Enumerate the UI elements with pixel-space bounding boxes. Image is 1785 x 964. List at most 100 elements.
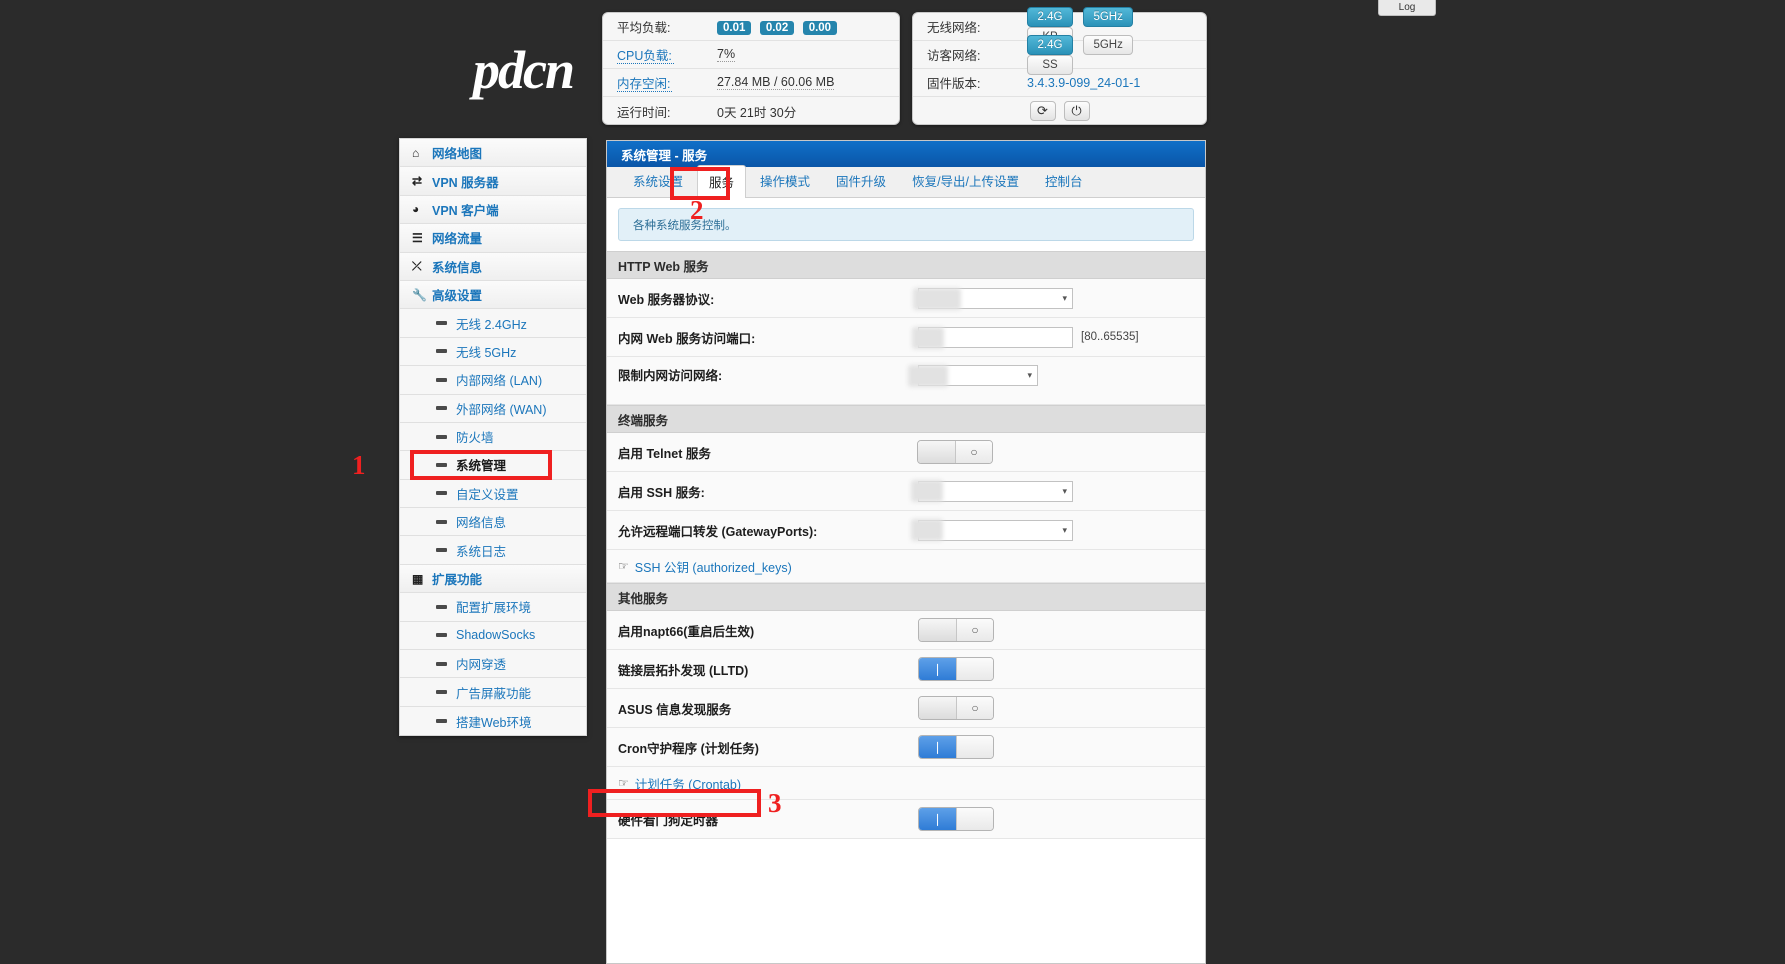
loadavg-badge-3: 0.00 (802, 20, 838, 35)
dash-icon (436, 406, 447, 411)
sidebar-item-custom-settings[interactable]: 自定义设置 (400, 479, 586, 509)
asus-discovery-label: ASUS 信息发现服务 (618, 702, 732, 717)
crontab-link[interactable]: ☞ 计划任务 (Crontab) (607, 767, 1205, 800)
enable-napt66-label: 启用napt66(重启后生效) (618, 624, 755, 639)
asus-discovery-toggle[interactable]: ○ (918, 696, 994, 720)
sidebar-item-firewall[interactable]: 防火墙 (400, 422, 586, 452)
sidebar-item-system-management[interactable]: 系统管理 (400, 451, 586, 480)
ssh-public-key-link[interactable]: ☞ SSH 公钥 (authorized_keys) (607, 550, 1205, 583)
sidebar-item-network-info[interactable]: 网络信息 (400, 508, 586, 537)
toggle-right-half (956, 808, 993, 830)
sidebar-item-configure-extension-env[interactable]: 配置扩展环境 (400, 593, 586, 622)
cron-daemon-label: Cron守护程序 (计划任务) (618, 741, 759, 756)
row-gateway-ports: 允许远程端口转发 (GatewayPorts): ▾ (607, 511, 1205, 550)
sidebar-item-wireless-24ghz[interactable]: 无线 2.4GHz (400, 309, 586, 338)
gateway-ports-select[interactable]: ▾ (918, 519, 1073, 541)
loadavg-label: 平均负载: (617, 21, 671, 35)
power-icon[interactable]: ⏻ (1063, 101, 1090, 121)
dash-icon (436, 462, 447, 467)
sidebar-item-label: 广告屏蔽功能 (456, 686, 532, 701)
toggle-right-half: ○ (955, 441, 992, 463)
web-server-protocol-select[interactable]: ▾ (918, 287, 1073, 309)
wireless-pill-24g[interactable]: 2.4G (1027, 6, 1073, 27)
sidebar-item-label: 无线 2.4GHz (456, 317, 527, 332)
restrict-lan-access-select[interactable]: ▾ (918, 365, 1038, 386)
web-server-protocol-label: Web 服务器协议: (618, 292, 715, 307)
lltd-toggle[interactable]: ❘ (918, 657, 994, 681)
main-panel: 系统管理 - 服务 系统设置 服务 操作模式 固件升级 恢复/导出/上传设置 控… (606, 140, 1206, 964)
loadavg-badge-1: 0.01 (717, 20, 752, 35)
cpu-load-label[interactable]: CPU负载: (617, 48, 674, 64)
guest-pill-ss[interactable]: SS (1027, 54, 1073, 75)
enable-ssh-control: ▾ (918, 480, 1073, 502)
sidebar-item-advanced-settings[interactable]: 🔧 高级设置 (400, 280, 586, 310)
guest-pills: 2.4G 5GHz SS (1027, 34, 1192, 75)
memory-free-label[interactable]: 内存空闲: (617, 76, 673, 92)
tab-bar: 系统设置 服务 操作模式 固件升级 恢复/导出/上传设置 控制台 (607, 164, 1205, 198)
hand-pointer-icon: ☞ (618, 776, 629, 790)
sidebar-item-intranet-penetration[interactable]: 内网穿透 (400, 650, 586, 679)
enable-ssh-label: 启用 SSH 服务: (618, 485, 705, 500)
guest-pill-24g[interactable]: 2.4G (1027, 34, 1073, 55)
toggle-left-half: ❘ (919, 808, 956, 830)
status-row-loadavg: 平均负载: 0.01 0.02 0.00 (603, 13, 899, 41)
dash-icon (436, 321, 447, 326)
tab-services[interactable]: 服务 (697, 165, 747, 198)
sidebar-item-shadowsocks[interactable]: ShadowSocks (400, 621, 586, 651)
tab-system-settings[interactable]: 系统设置 (621, 164, 695, 197)
guest-pill-5ghz[interactable]: 5GHz (1083, 34, 1133, 55)
hardware-watchdog-toggle[interactable]: ❘ (918, 807, 994, 831)
uptime-value: 0天 21时 30分 (717, 105, 797, 120)
sidebar-item-label: 无线 5GHz (456, 345, 517, 360)
enable-ssh-select[interactable]: ▾ (918, 480, 1073, 502)
dash-icon (436, 661, 447, 666)
sidebar-item-label: 网络流量 (432, 232, 483, 247)
sidebar-item-vpn-client[interactable]: ◕ VPN 客户端 (400, 195, 586, 225)
memory-label-box: 内存空闲: (617, 73, 717, 93)
enable-napt66-toggle[interactable]: ○ (918, 618, 994, 642)
web-access-port-input[interactable] (918, 326, 1073, 348)
enable-telnet-toggle[interactable]: ○ (917, 440, 993, 464)
log-tab[interactable]: Log (1378, 0, 1436, 16)
sidebar-item-wireless-5ghz[interactable]: 无线 5GHz (400, 337, 586, 367)
wireless-status-panel: 无线网络: 2.4G 5GHz KP 访客网络: 2.4G 5GHz SS 固件… (912, 6, 1207, 125)
sidebar-item-label: 搭建Web环境 (456, 715, 532, 730)
row-web-access-port: 内网 Web 服务访问端口: [80..65535] (607, 318, 1205, 357)
tab-restore-export-upload[interactable]: 恢复/导出/上传设置 (900, 164, 1031, 197)
sidebar-item-system-info[interactable]: ⤫ 系统信息 (400, 252, 586, 281)
dash-icon (436, 377, 447, 382)
system-status-panel: 平均负载: 0.01 0.02 0.00 CPU负载: 7% 内存空闲: 27.… (602, 12, 900, 125)
tab-firmware-upgrade[interactable]: 固件升级 (824, 164, 898, 197)
sidebar-item-extensions[interactable]: ▦ 扩展功能 (400, 564, 586, 594)
traffic-icon: ☰ (412, 230, 423, 245)
sidebar-item-vpn-server[interactable]: ⇄ VPN 服务器 (400, 167, 586, 196)
firmware-label: 固件版本: (927, 77, 981, 91)
web-access-port-label: 内网 Web 服务访问端口: (618, 331, 756, 346)
sidebar-item-label: 自定义设置 (456, 487, 519, 502)
sidebar-item-label: 网络信息 (456, 516, 507, 531)
sidebar-item-wan[interactable]: 外部网络 (WAN) (400, 394, 586, 423)
dash-icon (436, 719, 447, 723)
sidebar-item-network-map[interactable]: ⌂ 网络地图 (400, 139, 586, 168)
vpn-server-icon: ⇄ (412, 174, 423, 189)
tab-operation-mode[interactable]: 操作模式 (748, 164, 822, 197)
wireless-pill-5ghz[interactable]: 5GHz (1083, 6, 1133, 27)
reboot-icon[interactable]: ⟳ (1029, 101, 1056, 121)
hand-pointer-icon: ☞ (618, 559, 629, 573)
sidebar-item-build-web-env[interactable]: 搭建Web环境 (400, 706, 586, 736)
sidebar-item-ad-blocking[interactable]: 广告屏蔽功能 (400, 678, 586, 707)
toggle-right-half: ○ (956, 619, 993, 641)
restrict-lan-access-label: 限制内网访问网络: (618, 369, 723, 383)
grid-icon: ▦ (412, 571, 424, 586)
sidebar-item-network-traffic[interactable]: ☰ 网络流量 (400, 224, 586, 253)
cron-daemon-toggle[interactable]: ❘ (918, 735, 994, 759)
dash-icon (436, 548, 447, 553)
sidebar-item-system-log[interactable]: 系统日志 (400, 536, 586, 565)
firmware-version-value[interactable]: 3.4.3.9-099_24-01-1 (1027, 76, 1140, 90)
sidebar-item-lan[interactable]: 内部网络 (LAN) (400, 366, 586, 395)
tab-console[interactable]: 控制台 (1033, 164, 1095, 197)
lltd-label: 链接层拓扑发现 (LLTD) (618, 663, 749, 678)
sidebar-item-label: VPN 服务器 (432, 175, 499, 190)
row-restrict-lan-access: 限制内网访问网络: ▾ (607, 357, 1205, 405)
web-server-protocol-control: ▾ (918, 287, 1073, 309)
